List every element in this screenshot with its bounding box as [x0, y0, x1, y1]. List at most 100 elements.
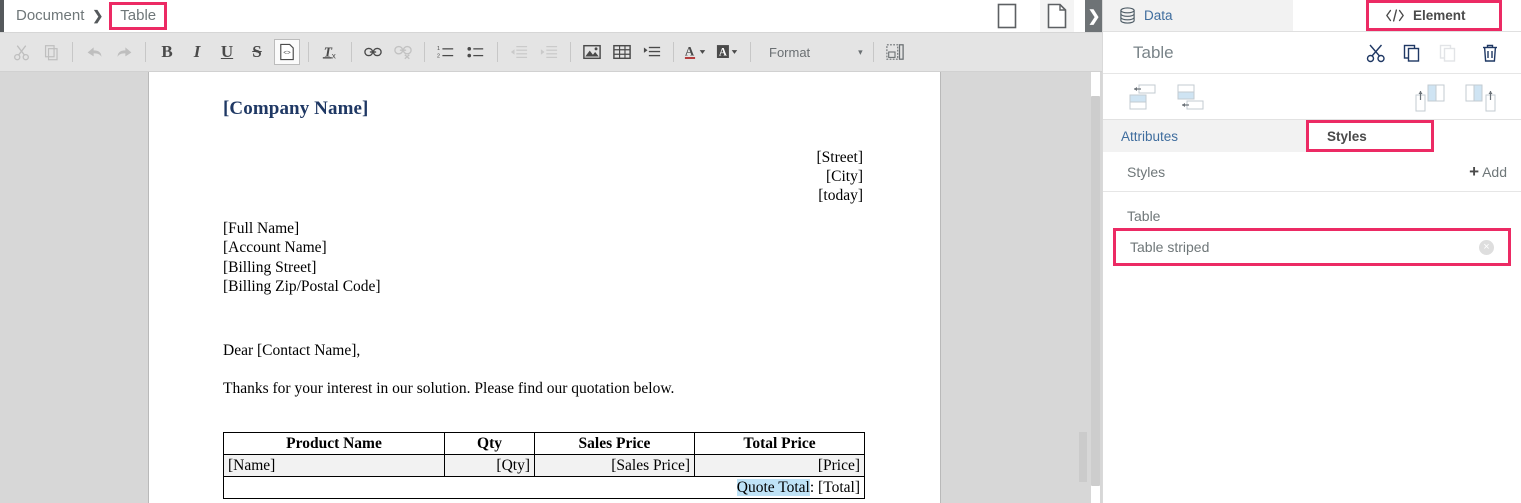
italic-icon: I — [193, 42, 201, 61]
recipient-line: [Billing Street] — [223, 258, 317, 276]
svg-text:1: 1 — [437, 46, 440, 52]
page-view-icon[interactable] — [990, 0, 1024, 32]
quote-total-value: : [Total] — [809, 478, 860, 496]
remove-format-button[interactable]: Tx — [317, 39, 343, 65]
page-layout-button[interactable] — [882, 39, 908, 65]
table-header-row: Product Name Qty Sales Price Total Price — [223, 432, 865, 456]
table-header-cell: Qty — [444, 432, 535, 456]
recipient-address-block: [Full Name] [Account Name] [Billing Stre… — [223, 219, 863, 296]
element-title-row: Table — [1103, 32, 1521, 74]
toolbar-separator — [424, 42, 425, 62]
insert-image-button[interactable] — [579, 39, 605, 65]
panel-toggle-chevron-icon[interactable]: ❯ — [1085, 0, 1102, 32]
page-view-controls — [990, 0, 1074, 32]
bold-button[interactable]: B — [154, 39, 180, 65]
app-root: Document ❯ Table B I U S <> T x 1 2 A A … — [0, 0, 1521, 503]
styles-header-label: Styles — [1127, 163, 1166, 180]
copy-element-button[interactable] — [1401, 42, 1423, 64]
undo-button[interactable] — [81, 39, 107, 65]
breadcrumb-item-table[interactable]: Table — [109, 2, 168, 30]
remove-style-icon[interactable]: × — [1479, 239, 1494, 255]
editor-scrollbar-thumb[interactable] — [1091, 96, 1100, 486]
table-operations-row — [1103, 74, 1521, 120]
underline-icon: U — [220, 42, 234, 61]
table-total-row: Quote Total: [Total] — [223, 476, 865, 500]
copy-button[interactable] — [38, 39, 64, 65]
italic-button[interactable]: I — [184, 39, 210, 65]
source-code-button[interactable]: <> — [274, 39, 300, 65]
chevron-down-icon: ▾ — [858, 46, 863, 57]
document-page[interactable]: [Company Name] [Street] [City] [today] [… — [148, 72, 1087, 503]
link-button[interactable] — [360, 39, 386, 65]
table-cell-total-price: [Price] — [694, 454, 865, 478]
styles-section-header: Styles + Add — [1103, 152, 1521, 192]
insert-field-button[interactable] — [639, 39, 665, 65]
toolbar-separator — [72, 42, 73, 62]
tab-element[interactable]: Element — [1366, 0, 1502, 31]
format-dropdown[interactable]: Format ▾ — [763, 45, 863, 60]
cut-element-button[interactable] — [1365, 42, 1387, 64]
breadcrumb-left-nub — [0, 0, 4, 32]
document-inner-scrollbar-thumb[interactable] — [1079, 432, 1087, 482]
style-list: Table striped × — [1103, 228, 1521, 266]
breadcrumb-item-document[interactable]: Document — [10, 5, 90, 27]
breadcrumb-separator-icon: ❯ — [92, 8, 104, 23]
element-title: Table — [1133, 42, 1174, 62]
table-header-cell: Product Name — [223, 432, 445, 456]
table-header-cell: Sales Price — [534, 432, 695, 456]
toolbar-separator — [872, 42, 874, 62]
insert-table-button[interactable] — [609, 39, 635, 65]
salutation-paragraph: Dear [Contact Name], — [223, 342, 361, 360]
add-style-label: Add — [1482, 163, 1507, 180]
bold-icon: B — [161, 42, 173, 61]
svg-text:<>: <> — [283, 50, 291, 57]
sender-line: [City] — [825, 168, 863, 185]
svg-text:A: A — [685, 44, 695, 59]
svg-text:x: x — [332, 51, 336, 60]
paste-element-button[interactable] — [1437, 42, 1459, 64]
add-style-button[interactable]: + Add — [1469, 161, 1507, 181]
sender-line: [Street] — [816, 149, 863, 166]
strikethrough-icon: S — [252, 42, 262, 61]
numbered-list-button[interactable]: 12 — [433, 39, 459, 65]
increase-indent-button[interactable] — [536, 39, 562, 65]
insert-row-below-button[interactable] — [1175, 82, 1209, 112]
toolbar-separator — [145, 42, 146, 62]
table-row: [Name] [Qty] [Sales Price] [Price] — [223, 454, 865, 478]
tab-data[interactable]: Data — [1103, 0, 1293, 31]
subtab-attributes[interactable]: Attributes — [1103, 120, 1306, 152]
quote-table[interactable]: Product Name Qty Sales Price Total Price… — [223, 432, 865, 500]
insert-row-above-button[interactable] — [1127, 82, 1161, 112]
style-item-table-striped[interactable]: Table striped × — [1113, 228, 1511, 266]
underline-button[interactable]: U — [214, 39, 240, 65]
background-color-button[interactable]: A — [714, 39, 742, 65]
insert-column-right-button[interactable] — [1463, 82, 1499, 112]
database-icon — [1119, 7, 1136, 24]
style-group-label: Table — [1127, 208, 1161, 224]
style-item-label: Table striped — [1130, 239, 1210, 255]
table-header-cell: Total Price — [694, 432, 865, 456]
svg-text:2: 2 — [437, 53, 440, 59]
page-break-icon[interactable] — [1040, 0, 1074, 32]
insert-column-left-button[interactable] — [1413, 82, 1449, 112]
strikethrough-button[interactable]: S — [244, 39, 270, 65]
table-cell-qty: [Qty] — [444, 454, 535, 478]
unlink-button[interactable] — [390, 39, 416, 65]
format-dropdown-label: Format — [769, 44, 811, 60]
text-color-button[interactable]: A — [682, 39, 710, 65]
toolbar-separator — [351, 42, 352, 62]
toolbar-separator — [673, 42, 674, 62]
editor-toolbar: B I U S <> Tx 1 2 A A Format ▾ — [0, 32, 1102, 72]
bulleted-list-button[interactable] — [463, 39, 489, 65]
decrease-indent-button[interactable] — [506, 39, 532, 65]
sender-address-block: [Street] [City] [today] — [223, 148, 863, 205]
toolbar-separator — [750, 42, 751, 62]
plus-icon: + — [1469, 161, 1480, 181]
table-cell-sales-price: [Sales Price] — [534, 454, 695, 478]
redo-button[interactable] — [111, 39, 137, 65]
cut-button[interactable] — [8, 39, 34, 65]
editor-pane: Document ❯ Table B I U S <> T x 1 2 A A … — [0, 0, 1102, 503]
subtab-styles[interactable]: Styles — [1306, 120, 1434, 152]
toolbar-separator — [570, 42, 571, 62]
delete-element-button[interactable] — [1479, 42, 1501, 64]
